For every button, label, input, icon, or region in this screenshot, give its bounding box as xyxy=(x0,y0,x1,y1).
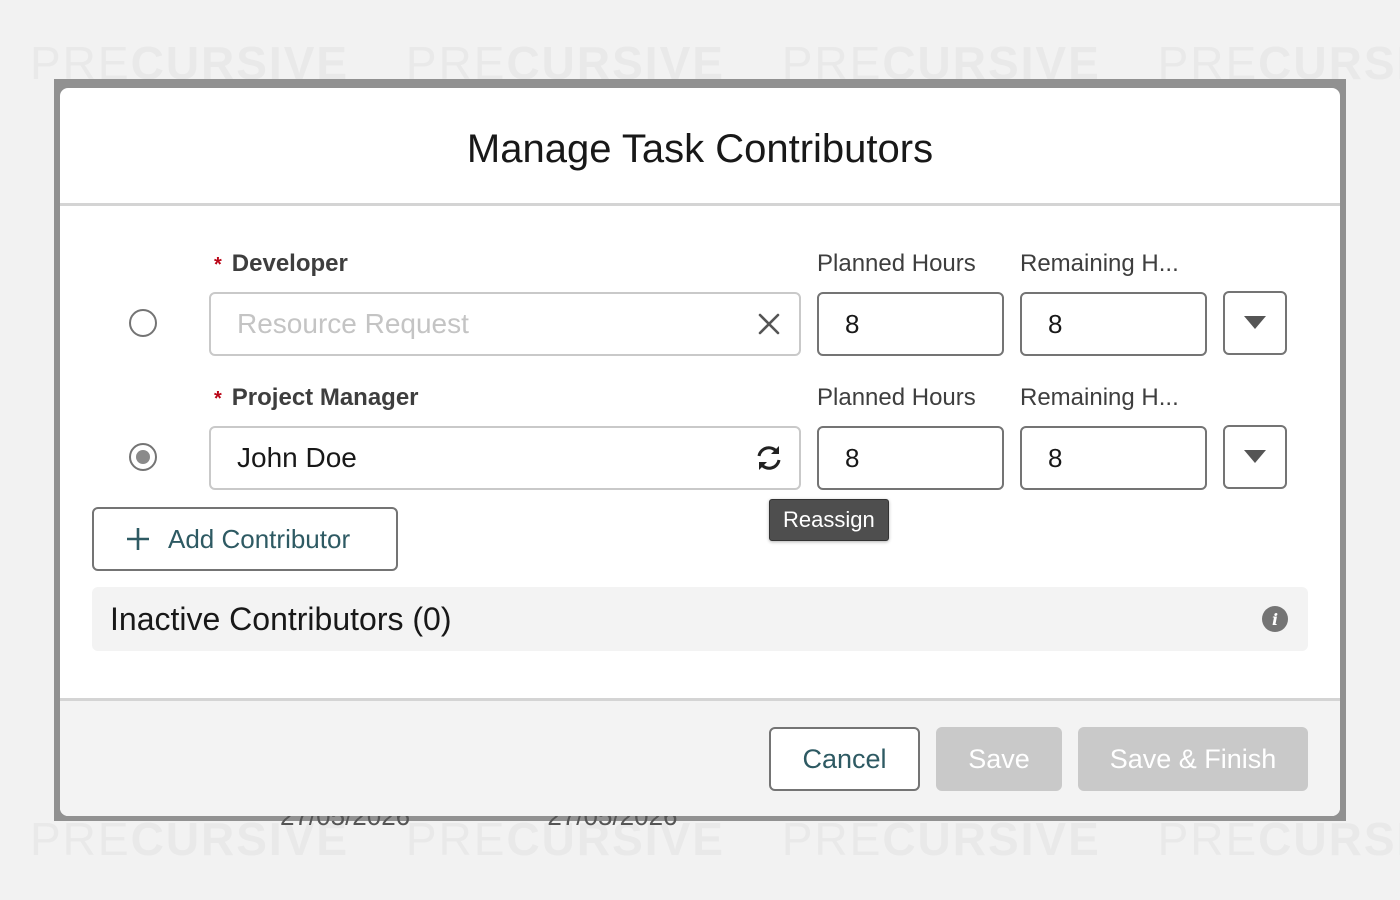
resource-lookup-project-manager[interactable]: John Doe xyxy=(209,426,801,490)
contributor-radio-developer[interactable] xyxy=(129,309,157,337)
row-actions-dropdown-button[interactable] xyxy=(1223,425,1287,489)
lookup-placeholder: Resource Request xyxy=(237,308,469,339)
chevron-down-icon xyxy=(1244,450,1266,463)
save-and-finish-button[interactable]: Save & Finish xyxy=(1078,727,1308,791)
planned-hours-input[interactable]: 8 xyxy=(817,426,1004,490)
planned-hours-input[interactable]: 8 xyxy=(817,292,1004,356)
remaining-hours-label: Remaining H... xyxy=(1020,384,1179,411)
modal-footer: Cancel Save Save & Finish xyxy=(60,698,1340,816)
add-contributor-button[interactable]: Add Contributor xyxy=(92,507,398,571)
planned-hours-label: Planned Hours xyxy=(817,384,976,411)
modal-header: Manage Task Contributors xyxy=(60,88,1340,206)
required-marker: * xyxy=(214,388,222,410)
remaining-hours-input[interactable]: 8 xyxy=(1020,426,1207,490)
remaining-hours-input[interactable]: 8 xyxy=(1020,292,1207,356)
cancel-button[interactable]: Cancel xyxy=(769,727,920,791)
reassign-tooltip: Reassign xyxy=(769,499,889,541)
plus-icon xyxy=(126,527,150,551)
manage-contributors-modal: Manage Task Contributors * Developer Reso… xyxy=(60,88,1340,816)
contributor-radio-project-manager[interactable] xyxy=(129,443,157,471)
chevron-down-icon xyxy=(1244,316,1266,329)
role-label-developer: * Developer xyxy=(214,250,348,278)
role-label-text: Project Manager xyxy=(231,384,419,411)
refresh-icon[interactable] xyxy=(753,442,785,474)
lookup-value: John Doe xyxy=(237,442,357,473)
role-label-project-manager: * Project Manager xyxy=(214,384,419,412)
planned-hours-label: Planned Hours xyxy=(817,250,976,277)
role-label-text: Developer xyxy=(231,250,348,277)
resource-lookup-developer[interactable]: Resource Request xyxy=(209,292,801,356)
info-icon[interactable]: i xyxy=(1262,606,1288,632)
required-marker: * xyxy=(214,254,222,276)
inactive-contributors-title: Inactive Contributors (0) xyxy=(110,600,452,637)
inactive-contributors-section[interactable]: Inactive Contributors (0) i xyxy=(92,587,1308,651)
save-button[interactable]: Save xyxy=(936,727,1062,791)
remaining-hours-label: Remaining H... xyxy=(1020,250,1179,277)
close-icon[interactable] xyxy=(753,308,785,340)
row-actions-dropdown-button[interactable] xyxy=(1223,291,1287,355)
modal-title: Manage Task Contributors xyxy=(466,127,934,171)
add-contributor-label: Add Contributor xyxy=(168,523,351,554)
modal-body: * Developer Resource Request Planned Hour… xyxy=(60,206,1340,698)
